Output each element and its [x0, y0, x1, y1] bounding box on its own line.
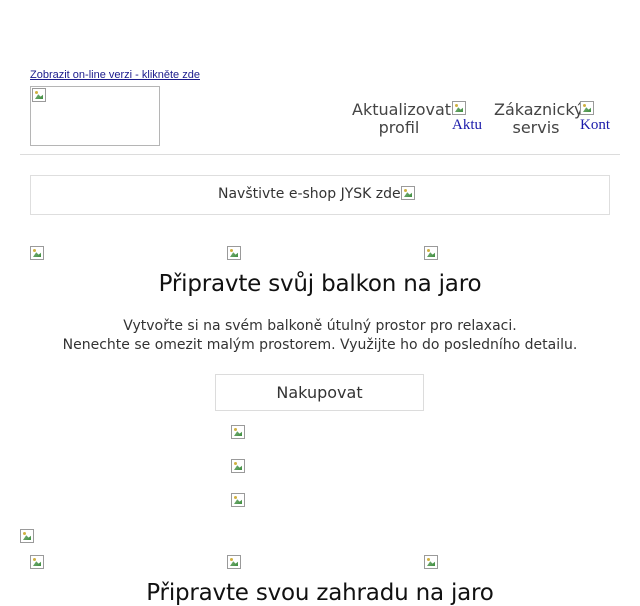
product-image-icon[interactable]: [30, 555, 44, 569]
arrow-image-icon: [401, 186, 415, 200]
header-divider: [20, 154, 620, 155]
banner-image-icon[interactable]: [20, 529, 34, 543]
update-profile-link[interactable]: Aktualizovat profil: [352, 100, 452, 137]
social-image-icon[interactable]: [231, 425, 245, 439]
product-image-icon[interactable]: [227, 555, 241, 569]
product-image-icon[interactable]: [227, 246, 241, 260]
social-image-icon[interactable]: [231, 493, 245, 507]
section1-line1: Vytvořte si na svém balkoně útulný prost…: [123, 318, 517, 334]
broken-image-icon: [452, 101, 466, 115]
broken-image-icon: [580, 101, 594, 115]
online-version-link[interactable]: Zobrazit on-line verzi - klikněte zde: [30, 69, 200, 81]
customer-service-line1: Zákaznický: [494, 100, 584, 119]
section2-title: Připravte svou zahradu na jaro: [146, 580, 494, 606]
shop-button[interactable]: Nakupovat: [215, 374, 424, 411]
product-image-icon[interactable]: [424, 246, 438, 260]
jysk-logo[interactable]: [30, 86, 160, 146]
broken-image-icon: [32, 88, 46, 102]
update-profile-line2: profil: [378, 118, 420, 137]
section1-title: Připravte svůj balkon na jaro: [158, 271, 482, 297]
shop-button-label: Nakupovat: [276, 383, 363, 402]
update-profile-alt: Aktu: [452, 117, 482, 133]
customer-service-link[interactable]: Zákaznický servis: [494, 100, 584, 137]
product-image-icon[interactable]: [30, 246, 44, 260]
customer-service-line2: servis: [512, 118, 560, 137]
customer-service-alt: Kont: [580, 117, 610, 133]
eshop-link[interactable]: Navštivte e-shop JYSK zde: [218, 186, 401, 202]
update-profile-line1: Aktualizovat: [352, 100, 452, 119]
product-image-icon[interactable]: [424, 555, 438, 569]
update-profile-image[interactable]: Aktu: [452, 101, 482, 135]
customer-service-image[interactable]: Kont: [580, 101, 610, 135]
section1-description: Vytvořte si na svém balkoně útulný prost…: [0, 317, 640, 355]
section1-line2: Nenechte se omezit malým prostorem. Využ…: [62, 337, 578, 353]
social-image-icon[interactable]: [231, 459, 245, 473]
